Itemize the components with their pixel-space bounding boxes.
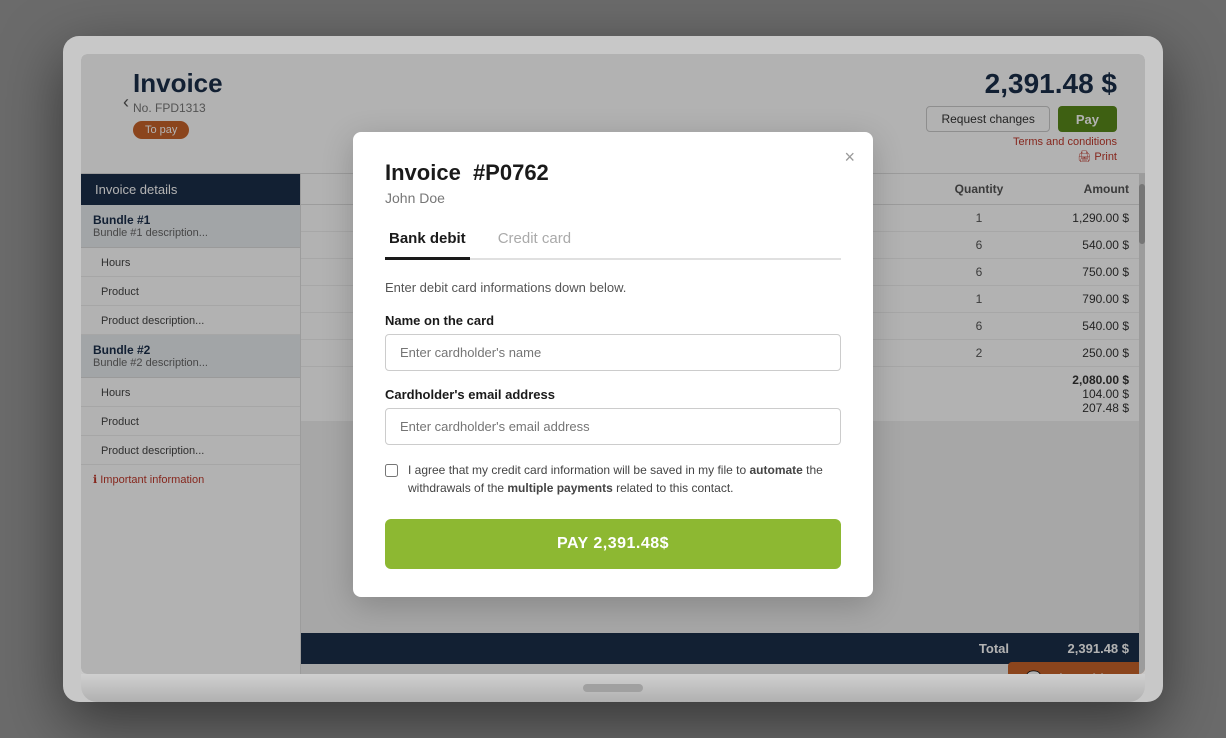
laptop-notch: [583, 684, 643, 692]
modal-close-button[interactable]: ×: [844, 148, 855, 166]
modal-invoice-ref: #P0762: [473, 160, 549, 185]
modal-description: Enter debit card informations down below…: [385, 280, 841, 295]
card-name-label: Name on the card: [385, 313, 841, 328]
modal-customer-name: John Doe: [385, 190, 841, 206]
card-email-label: Cardholder's email address: [385, 387, 841, 402]
card-email-input[interactable]: [385, 408, 841, 445]
agreement-label: I agree that my credit card information …: [408, 461, 841, 497]
agreement-row: I agree that my credit card information …: [385, 461, 841, 497]
modal-overlay: × Invoice #P0762 John Doe Bank debit Cre…: [81, 54, 1145, 674]
laptop-base: [81, 674, 1145, 702]
agreement-checkbox[interactable]: [385, 464, 398, 477]
tab-credit-card[interactable]: Credit card: [494, 222, 575, 260]
laptop-frame: ‹ Invoice No. FPD1313 To pay 2,391.48 $ …: [63, 36, 1163, 702]
card-name-input[interactable]: [385, 334, 841, 371]
modal-tabs: Bank debit Credit card: [385, 222, 841, 260]
laptop-screen: ‹ Invoice No. FPD1313 To pay 2,391.48 $ …: [81, 54, 1145, 674]
invoice-page: ‹ Invoice No. FPD1313 To pay 2,391.48 $ …: [81, 54, 1145, 674]
pay-submit-button[interactable]: PAY 2,391.48$: [385, 519, 841, 569]
modal-title: Invoice #P0762: [385, 160, 841, 186]
payment-modal: × Invoice #P0762 John Doe Bank debit Cre…: [353, 132, 873, 597]
tab-bank-debit[interactable]: Bank debit: [385, 222, 470, 260]
